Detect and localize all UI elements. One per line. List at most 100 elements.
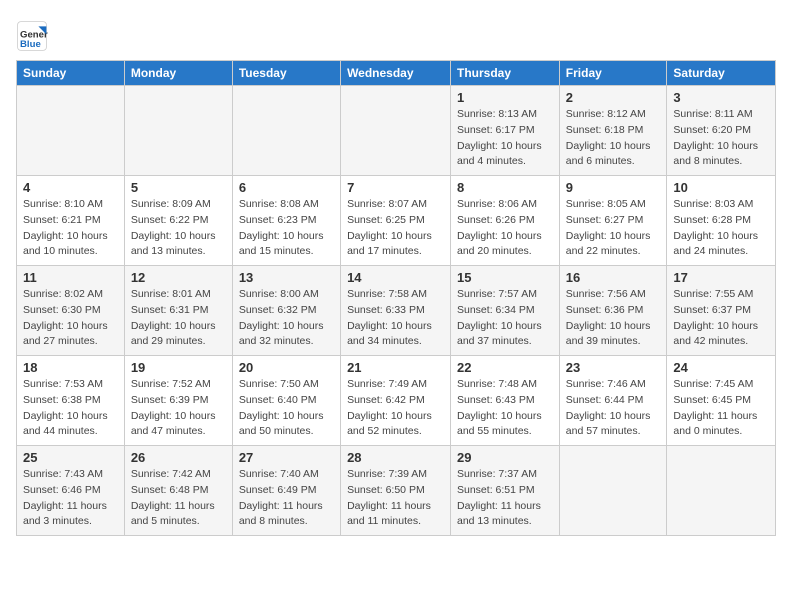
day-number: 10	[673, 180, 769, 195]
calendar-cell: 2 Sunrise: 8:12 AMSunset: 6:18 PMDaylight…	[559, 86, 667, 176]
calendar-cell: 8 Sunrise: 8:06 AMSunset: 6:26 PMDaylight…	[451, 176, 560, 266]
day-info: Sunrise: 7:43 AMSunset: 6:46 PMDaylight:…	[23, 467, 118, 530]
header-friday: Friday	[559, 61, 667, 86]
week-row-2: 11 Sunrise: 8:02 AMSunset: 6:30 PMDayligh…	[17, 266, 776, 356]
calendar-cell: 17 Sunrise: 7:55 AMSunset: 6:37 PMDayligh…	[667, 266, 776, 356]
calendar-cell: 29 Sunrise: 7:37 AMSunset: 6:51 PMDayligh…	[451, 446, 560, 536]
calendar-cell: 26 Sunrise: 7:42 AMSunset: 6:48 PMDayligh…	[124, 446, 232, 536]
day-number: 9	[566, 180, 661, 195]
day-number: 29	[457, 450, 553, 465]
calendar-cell: 6 Sunrise: 8:08 AMSunset: 6:23 PMDaylight…	[232, 176, 340, 266]
day-info: Sunrise: 8:10 AMSunset: 6:21 PMDaylight:…	[23, 197, 118, 260]
day-info: Sunrise: 7:56 AMSunset: 6:36 PMDaylight:…	[566, 287, 661, 350]
day-info: Sunrise: 7:55 AMSunset: 6:37 PMDaylight:…	[673, 287, 769, 350]
day-info: Sunrise: 7:37 AMSunset: 6:51 PMDaylight:…	[457, 467, 553, 530]
day-number: 28	[347, 450, 444, 465]
day-number: 1	[457, 90, 553, 105]
calendar-table: SundayMondayTuesdayWednesdayThursdayFrid…	[16, 60, 776, 536]
calendar-cell: 10 Sunrise: 8:03 AMSunset: 6:28 PMDayligh…	[667, 176, 776, 266]
day-info: Sunrise: 8:00 AMSunset: 6:32 PMDaylight:…	[239, 287, 334, 350]
day-info: Sunrise: 7:42 AMSunset: 6:48 PMDaylight:…	[131, 467, 226, 530]
calendar-cell	[17, 86, 125, 176]
calendar-cell: 24Sunrise: 7:45 AMSunset: 6:45 PMDayligh…	[667, 356, 776, 446]
calendar-cell: 16 Sunrise: 7:56 AMSunset: 6:36 PMDayligh…	[559, 266, 667, 356]
day-number: 19	[131, 360, 226, 375]
day-number: 13	[239, 270, 334, 285]
calendar-cell	[341, 86, 451, 176]
logo-icon: General Blue	[16, 20, 48, 52]
day-number: 14	[347, 270, 444, 285]
day-info: Sunrise: 8:02 AMSunset: 6:30 PMDaylight:…	[23, 287, 118, 350]
header-tuesday: Tuesday	[232, 61, 340, 86]
day-number: 8	[457, 180, 553, 195]
calendar-cell: 28Sunrise: 7:39 AMSunset: 6:50 PMDayligh…	[341, 446, 451, 536]
calendar-cell	[559, 446, 667, 536]
day-info: Sunrise: 8:09 AMSunset: 6:22 PMDaylight:…	[131, 197, 226, 260]
day-number: 5	[131, 180, 226, 195]
page-header: General Blue	[16, 16, 776, 52]
calendar-cell: 19 Sunrise: 7:52 AMSunset: 6:39 PMDayligh…	[124, 356, 232, 446]
day-number: 4	[23, 180, 118, 195]
calendar-cell: 11 Sunrise: 8:02 AMSunset: 6:30 PMDayligh…	[17, 266, 125, 356]
day-number: 16	[566, 270, 661, 285]
day-number: 15	[457, 270, 553, 285]
day-info: Sunrise: 8:12 AMSunset: 6:18 PMDaylight:…	[566, 107, 661, 170]
day-number: 2	[566, 90, 661, 105]
calendar-cell: 15 Sunrise: 7:57 AMSunset: 6:34 PMDayligh…	[451, 266, 560, 356]
week-row-4: 25 Sunrise: 7:43 AMSunset: 6:46 PMDayligh…	[17, 446, 776, 536]
calendar-cell: 22 Sunrise: 7:48 AMSunset: 6:43 PMDayligh…	[451, 356, 560, 446]
day-info: Sunrise: 7:53 AMSunset: 6:38 PMDaylight:…	[23, 377, 118, 440]
day-info: Sunrise: 8:07 AMSunset: 6:25 PMDaylight:…	[347, 197, 444, 260]
header-saturday: Saturday	[667, 61, 776, 86]
header-sunday: Sunday	[17, 61, 125, 86]
logo: General Blue	[16, 20, 52, 52]
header-monday: Monday	[124, 61, 232, 86]
calendar-cell: 3Sunrise: 8:11 AMSunset: 6:20 PMDaylight…	[667, 86, 776, 176]
day-info: Sunrise: 8:08 AMSunset: 6:23 PMDaylight:…	[239, 197, 334, 260]
calendar-cell: 9 Sunrise: 8:05 AMSunset: 6:27 PMDaylight…	[559, 176, 667, 266]
day-number: 20	[239, 360, 334, 375]
day-number: 27	[239, 450, 334, 465]
calendar-cell: 14 Sunrise: 7:58 AMSunset: 6:33 PMDayligh…	[341, 266, 451, 356]
week-row-1: 4 Sunrise: 8:10 AMSunset: 6:21 PMDaylight…	[17, 176, 776, 266]
calendar-cell: 4 Sunrise: 8:10 AMSunset: 6:21 PMDaylight…	[17, 176, 125, 266]
day-info: Sunrise: 8:01 AMSunset: 6:31 PMDaylight:…	[131, 287, 226, 350]
day-number: 25	[23, 450, 118, 465]
calendar-cell: 13 Sunrise: 8:00 AMSunset: 6:32 PMDayligh…	[232, 266, 340, 356]
day-number: 17	[673, 270, 769, 285]
calendar-cell	[667, 446, 776, 536]
day-info: Sunrise: 8:06 AMSunset: 6:26 PMDaylight:…	[457, 197, 553, 260]
calendar-cell: 7 Sunrise: 8:07 AMSunset: 6:25 PMDaylight…	[341, 176, 451, 266]
day-info: Sunrise: 7:49 AMSunset: 6:42 PMDaylight:…	[347, 377, 444, 440]
day-info: Sunrise: 8:13 AMSunset: 6:17 PMDaylight:…	[457, 107, 553, 170]
calendar-cell: 18 Sunrise: 7:53 AMSunset: 6:38 PMDayligh…	[17, 356, 125, 446]
day-number: 11	[23, 270, 118, 285]
calendar-cell: 27Sunrise: 7:40 AMSunset: 6:49 PMDayligh…	[232, 446, 340, 536]
day-number: 7	[347, 180, 444, 195]
calendar-cell: 23Sunrise: 7:46 AMSunset: 6:44 PMDayligh…	[559, 356, 667, 446]
week-row-0: 1 Sunrise: 8:13 AMSunset: 6:17 PMDaylight…	[17, 86, 776, 176]
calendar-cell	[124, 86, 232, 176]
day-info: Sunrise: 8:11 AMSunset: 6:20 PMDaylight:…	[673, 107, 769, 170]
day-info: Sunrise: 7:48 AMSunset: 6:43 PMDaylight:…	[457, 377, 553, 440]
day-info: Sunrise: 7:57 AMSunset: 6:34 PMDaylight:…	[457, 287, 553, 350]
day-info: Sunrise: 8:03 AMSunset: 6:28 PMDaylight:…	[673, 197, 769, 260]
day-number: 26	[131, 450, 226, 465]
header-wednesday: Wednesday	[341, 61, 451, 86]
calendar-cell: 21Sunrise: 7:49 AMSunset: 6:42 PMDayligh…	[341, 356, 451, 446]
week-row-3: 18 Sunrise: 7:53 AMSunset: 6:38 PMDayligh…	[17, 356, 776, 446]
day-number: 6	[239, 180, 334, 195]
day-number: 12	[131, 270, 226, 285]
day-info: Sunrise: 7:52 AMSunset: 6:39 PMDaylight:…	[131, 377, 226, 440]
day-number: 18	[23, 360, 118, 375]
calendar-cell: 20 Sunrise: 7:50 AMSunset: 6:40 PMDayligh…	[232, 356, 340, 446]
calendar-cell: 1 Sunrise: 8:13 AMSunset: 6:17 PMDaylight…	[451, 86, 560, 176]
calendar-cell	[232, 86, 340, 176]
day-info: Sunrise: 8:05 AMSunset: 6:27 PMDaylight:…	[566, 197, 661, 260]
calendar-cell: 12 Sunrise: 8:01 AMSunset: 6:31 PMDayligh…	[124, 266, 232, 356]
day-number: 22	[457, 360, 553, 375]
day-info: Sunrise: 7:50 AMSunset: 6:40 PMDaylight:…	[239, 377, 334, 440]
day-info: Sunrise: 7:58 AMSunset: 6:33 PMDaylight:…	[347, 287, 444, 350]
day-info: Sunrise: 7:46 AMSunset: 6:44 PMDaylight:…	[566, 377, 661, 440]
header-thursday: Thursday	[451, 61, 560, 86]
